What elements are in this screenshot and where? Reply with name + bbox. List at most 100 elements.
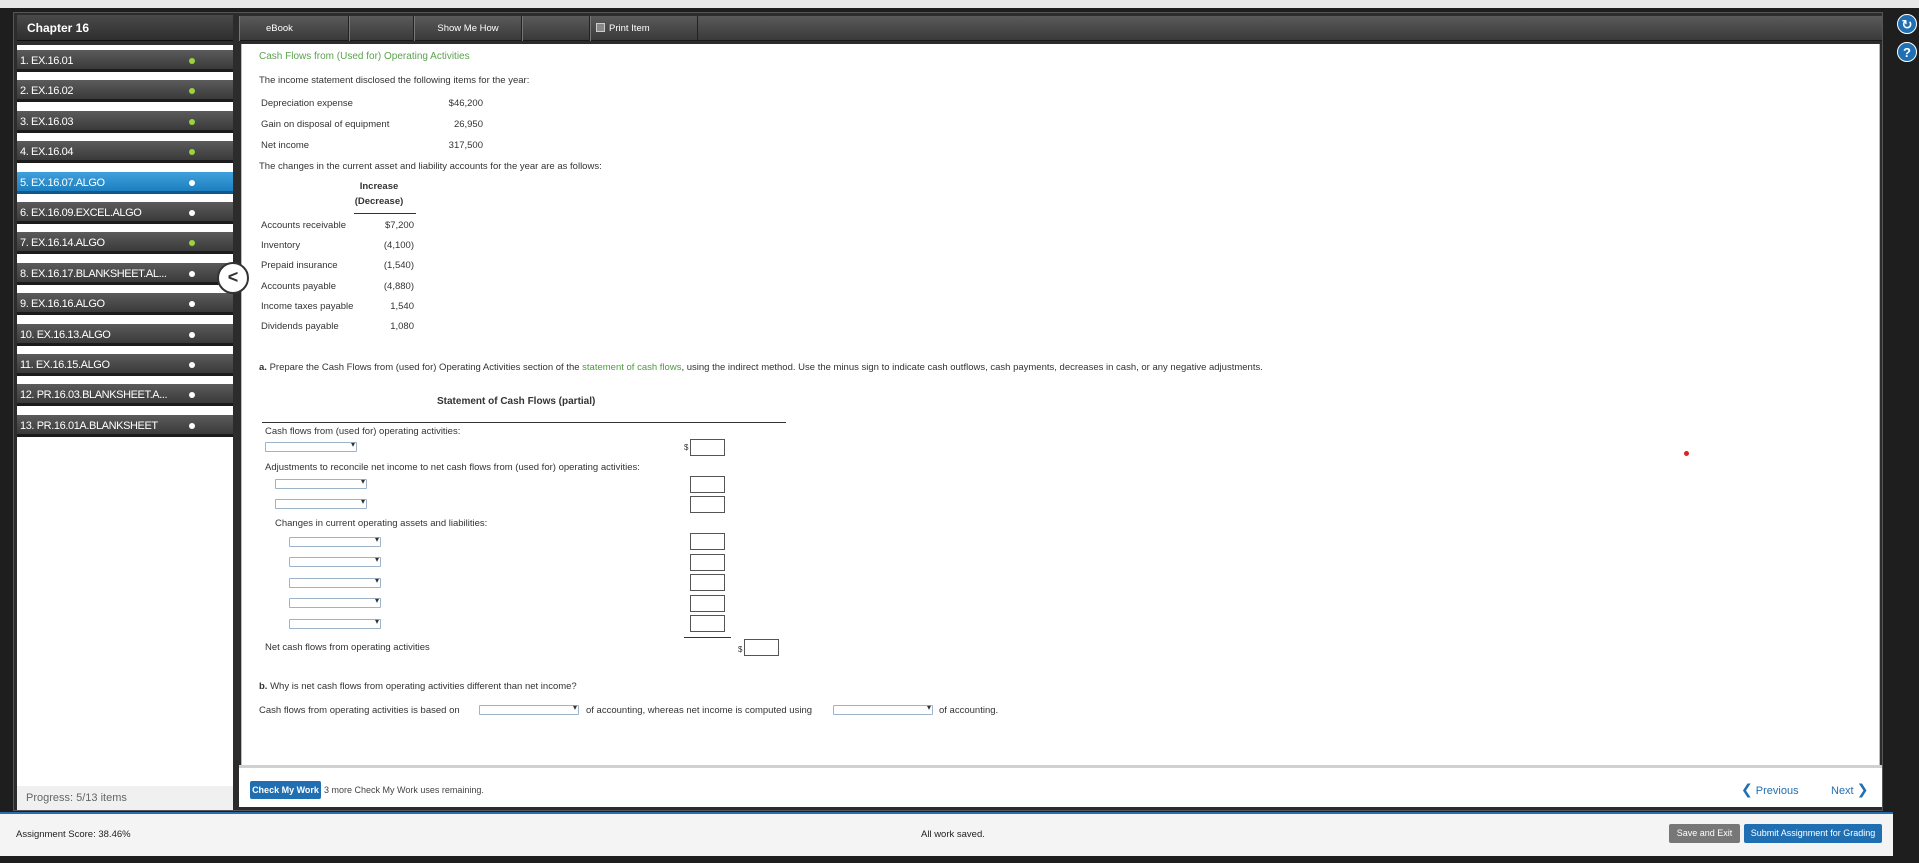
sidebar-item[interactable]: 13. PR.16.01A.BLANKSHEET <box>17 414 233 437</box>
change-item-value: (1,540) <box>383 260 414 272</box>
completed-dot-icon <box>189 240 195 247</box>
print-item-button[interactable]: Print Item <box>590 16 698 41</box>
status-dot-icon <box>189 210 195 216</box>
refresh-icon[interactable]: ↻ <box>1897 14 1917 34</box>
next-link[interactable]: Next ❯ <box>1831 781 1868 798</box>
sidebar-item[interactable]: 7. EX.16.14.ALGO <box>17 232 233 255</box>
print-icon <box>596 23 605 32</box>
part-a-prefix: a. <box>259 362 267 373</box>
header-underline <box>354 213 416 214</box>
decrease-header: (Decrease) <box>354 196 404 207</box>
part-a-instructions: a. Prepare the Cash Flows from (used for… <box>259 362 1263 373</box>
part-b-sentence-3: of accounting. <box>939 705 999 716</box>
adjustment-dropdown-1[interactable] <box>275 477 367 489</box>
sidebar-item[interactable]: 10. EX.16.13.ALGO <box>17 323 233 346</box>
ebook-button[interactable]: eBook <box>239 16 349 41</box>
chevron-left-icon: ❮ <box>1741 781 1753 797</box>
browser-top-strip <box>0 0 1919 8</box>
adjustment-amount-input-2[interactable] <box>690 496 725 513</box>
change-amount-input-4[interactable] <box>690 595 725 612</box>
statement-of-cash-flows-link[interactable]: statement of cash flows <box>582 362 681 373</box>
adjustment-dropdown-2[interactable] <box>275 497 367 509</box>
status-dot-icon <box>189 422 195 429</box>
basis-dropdown-1[interactable] <box>479 703 579 715</box>
sidebar-item[interactable]: 11. EX.16.15.ALGO <box>17 354 233 376</box>
check-remaining-text: 3 more Check My Work uses remaining. <box>324 785 484 795</box>
part-a-text-1: Prepare the Cash Flows from (used for) O… <box>266 362 583 373</box>
sidebar-item-label: 7. EX.16.14.ALGO <box>20 237 105 250</box>
sidebar-item-label: 8. EX.16.17.BLANKSHEET.AL... <box>20 267 167 280</box>
change-dropdown-3[interactable] <box>289 576 381 588</box>
change-amount-input-5[interactable] <box>690 615 725 632</box>
collapse-sidebar-button[interactable]: < <box>217 262 249 294</box>
completed-dot-icon <box>189 149 195 156</box>
part-b-sentence-1: Cash flows from operating activities is … <box>259 705 460 716</box>
change-dropdown-4[interactable] <box>289 596 381 608</box>
change-amount-input-3[interactable] <box>690 574 725 591</box>
question-title: Cash Flows from (Used for) Operating Act… <box>259 51 470 62</box>
sidebar-item-label: 2. EX.16.02 <box>20 85 74 98</box>
sidebar-item[interactable]: 4. EX.16.04 <box>17 141 233 164</box>
change-item-label: Prepaid insurance <box>261 260 338 272</box>
subtotal-rule <box>684 637 731 638</box>
sidebar-item[interactable]: 2. EX.16.02 <box>17 80 233 103</box>
adjustment-amount-input-1[interactable] <box>690 476 725 493</box>
status-dot-icon <box>189 301 195 308</box>
sidebar-item-label: 12. PR.16.03.BLANKSHEET.A... <box>20 389 168 402</box>
part-a-text-2: , using the indirect method. Use the min… <box>681 362 1263 373</box>
part-b-question: b. Why is net cash flows from operating … <box>259 681 577 692</box>
sidebar-item[interactable]: 5. EX.16.07.ALGO <box>17 171 233 194</box>
statement-top-rule <box>262 422 786 423</box>
red-dot-marker <box>1684 451 1689 456</box>
status-dot-icon <box>189 392 195 399</box>
previous-link[interactable]: ❮ Previous <box>1741 781 1799 798</box>
sidebar-item-label: 4. EX.16.04 <box>20 146 74 159</box>
change-item-value: 1,540 <box>390 300 414 312</box>
sidebar-item[interactable]: 1. EX.16.01 <box>17 50 233 72</box>
net-income-amount-input[interactable] <box>690 439 725 456</box>
previous-label: Previous <box>1755 785 1799 797</box>
chapter-title: Chapter 16 <box>17 15 233 41</box>
change-amount-input-1[interactable] <box>690 533 725 550</box>
part-b-sentence-2: of accounting, whereas net income is com… <box>586 705 813 716</box>
save-status: All work saved. <box>921 829 985 840</box>
sidebar-item[interactable]: 3. EX.16.03 <box>17 110 233 133</box>
question-content: Cash Flows from (Used for) Operating Act… <box>241 44 1880 765</box>
net-cash-label: Net cash flows from operating activities <box>265 642 430 653</box>
sidebar-item[interactable]: 12. PR.16.03.BLANKSHEET.A... <box>17 384 233 407</box>
help-icon[interactable]: ? <box>1897 42 1917 62</box>
status-dot-icon <box>189 270 195 277</box>
check-my-work-button[interactable]: Check My Work <box>250 781 321 799</box>
change-dropdown-2[interactable] <box>289 555 381 567</box>
adjustments-label: Adjustments to reconcile net income to n… <box>265 462 640 473</box>
income-item-value: 26,950 <box>453 119 483 130</box>
net-income-dropdown[interactable] <box>265 440 357 452</box>
change-item-value: (4,100) <box>383 240 414 252</box>
sidebar-item-label: 10. EX.16.13.ALGO <box>20 328 111 341</box>
dollar-sign-1: $ <box>684 443 689 452</box>
sidebar-item[interactable]: 8. EX.16.17.BLANKSHEET.AL... <box>17 262 233 285</box>
change-amount-input-2[interactable] <box>690 554 725 571</box>
change-item-label: Income taxes payable <box>261 300 354 312</box>
progress-text: Progress: 5/13 items <box>17 786 233 810</box>
dollar-sign-2: $ <box>738 645 743 654</box>
basis-dropdown-2[interactable] <box>833 703 933 715</box>
submit-assignment-button[interactable]: Submit Assignment for Grading <box>1744 824 1882 843</box>
toolbar-spacer-2 <box>522 16 590 41</box>
save-and-exit-button[interactable]: Save and Exit <box>1669 824 1740 843</box>
sidebar-item[interactable]: 6. EX.16.09.EXCEL.ALGO <box>17 202 233 224</box>
completed-dot-icon <box>189 88 195 95</box>
net-cash-amount-input[interactable] <box>744 639 779 656</box>
sidebar-item-label: 9. EX.16.16.ALGO <box>20 298 105 311</box>
sidebar-item-label: 3. EX.16.03 <box>20 115 74 128</box>
change-dropdown-5[interactable] <box>289 617 381 629</box>
income-item-value: 317,500 <box>448 140 483 151</box>
change-dropdown-1[interactable] <box>289 535 381 547</box>
toolbar: eBook Show Me How Print Item <box>239 16 1882 41</box>
show-me-how-button[interactable]: Show Me How <box>414 16 522 41</box>
changes-operating-label: Changes in current operating assets and … <box>275 518 488 529</box>
change-item-value: $7,200 <box>384 220 414 231</box>
increase-header: Increase <box>359 181 399 192</box>
change-item-value: (4,880) <box>383 280 414 292</box>
sidebar-item[interactable]: 9. EX.16.16.ALGO <box>17 293 233 316</box>
